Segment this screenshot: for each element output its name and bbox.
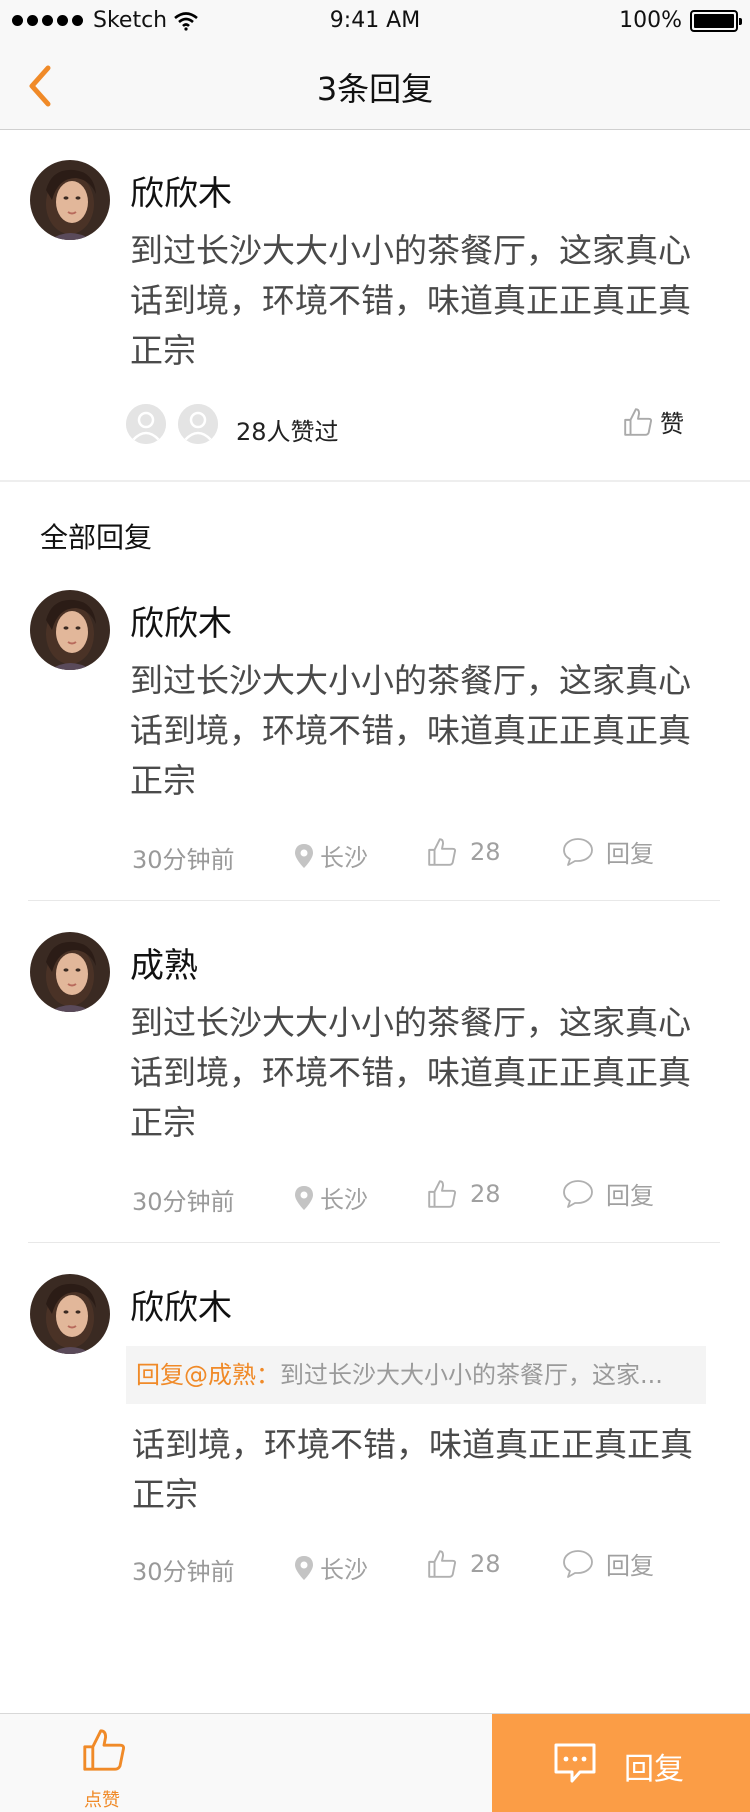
bottom-like-button[interactable]: 点赞 — [0, 1714, 492, 1812]
section-divider — [0, 480, 750, 482]
status-bar: Sketch 9:41 AM 100% — [0, 0, 750, 42]
liker-avatar[interactable] — [178, 404, 218, 444]
reply-like-count: 28 — [470, 1180, 501, 1208]
nav-bar: 3条回复 — [0, 42, 750, 130]
reply-time: 30分钟前 — [132, 1188, 235, 1216]
reply-location[interactable]: 长沙 — [294, 1180, 368, 1215]
avatar[interactable] — [30, 932, 110, 1012]
page-title: 3条回复 — [316, 70, 434, 108]
chat-bubble-icon — [554, 1743, 596, 1783]
liker-avatars[interactable] — [126, 404, 218, 444]
reply-location[interactable]: 长沙 — [294, 1550, 368, 1585]
section-title: 全部回复 — [40, 521, 153, 554]
quote-prefix[interactable]: 回复@成熟： — [136, 1361, 280, 1389]
location-label: 长沙 — [320, 844, 368, 872]
thumbs-up-icon — [426, 836, 458, 868]
reply-like-count: 28 — [470, 1550, 501, 1578]
reply-author[interactable]: 欣欣木 — [130, 1280, 232, 1329]
status-right: 100% — [619, 8, 742, 33]
comment-bubble-icon — [562, 1179, 594, 1209]
like-count[interactable]: 28人赞过 — [236, 412, 339, 447]
thumbs-up-icon — [426, 1178, 458, 1210]
post-author[interactable]: 欣欣木 — [130, 166, 232, 215]
thumbs-up-icon — [83, 1729, 126, 1771]
bottom-bar: 点赞 回复 — [0, 1713, 750, 1812]
reply-comment-label: 回复 — [606, 1552, 654, 1580]
comment-bubble-icon — [562, 837, 594, 867]
reply-time: 30分钟前 — [132, 1558, 235, 1586]
bottom-reply-button[interactable]: 回复 — [492, 1714, 750, 1812]
like-button[interactable]: 赞 — [622, 404, 684, 439]
quoted-reply[interactable]: 回复@成熟：到过长沙大大小小的茶餐厅，这家... — [126, 1346, 706, 1404]
divider — [28, 900, 720, 901]
reply-author[interactable]: 欣欣木 — [130, 596, 232, 645]
reply-author[interactable]: 成熟 — [130, 938, 198, 987]
liker-avatar[interactable] — [126, 404, 166, 444]
location-pin-icon — [294, 843, 314, 869]
avatar[interactable] — [30, 160, 110, 240]
location-label: 长沙 — [320, 1186, 368, 1214]
thumbs-up-icon — [622, 406, 654, 438]
avatar[interactable] — [30, 590, 110, 670]
bottom-reply-label: 回复 — [624, 1752, 684, 1787]
reply-comment-label: 回复 — [606, 1182, 654, 1210]
bottom-like-label: 点赞 — [84, 1790, 120, 1811]
reply-time: 30分钟前 — [132, 846, 235, 874]
battery-percent: 100% — [619, 8, 682, 33]
reply-like-count: 28 — [470, 838, 501, 866]
reply-text: 到过长沙大大小小的茶餐厅，这家真心话到境，环境不错，味道真正正真正真正宗 — [130, 661, 691, 800]
reply-like-button[interactable]: 28 — [426, 836, 501, 868]
post-text: 到过长沙大大小小的茶餐厅，这家真心话到境，环境不错，味道真正正真正真正宗 — [130, 231, 691, 370]
reply-location[interactable]: 长沙 — [294, 838, 368, 873]
reply-like-button[interactable]: 28 — [426, 1178, 501, 1210]
divider — [28, 1242, 720, 1243]
location-pin-icon — [294, 1555, 314, 1581]
reply-comment-button[interactable]: 回复 — [562, 834, 654, 869]
quote-text: 到过长沙大大小小的茶餐厅，这家... — [280, 1361, 663, 1389]
location-label: 长沙 — [320, 1556, 368, 1584]
reply-like-button[interactable]: 28 — [426, 1548, 501, 1580]
reply-text: 话到境，环境不错，味道真正正真正真正宗 — [132, 1425, 693, 1514]
battery-icon — [690, 9, 742, 32]
thumbs-up-icon — [426, 1548, 458, 1580]
reply-comment-button[interactable]: 回复 — [562, 1176, 654, 1211]
avatar[interactable] — [30, 1274, 110, 1354]
like-label: 赞 — [660, 410, 684, 438]
comment-bubble-icon — [562, 1549, 594, 1579]
reply-text: 到过长沙大大小小的茶餐厅，这家真心话到境，环境不错，味道真正正真正真正宗 — [130, 1003, 691, 1142]
location-pin-icon — [294, 1185, 314, 1211]
reply-comment-label: 回复 — [606, 840, 654, 868]
reply-comment-button[interactable]: 回复 — [562, 1546, 654, 1581]
